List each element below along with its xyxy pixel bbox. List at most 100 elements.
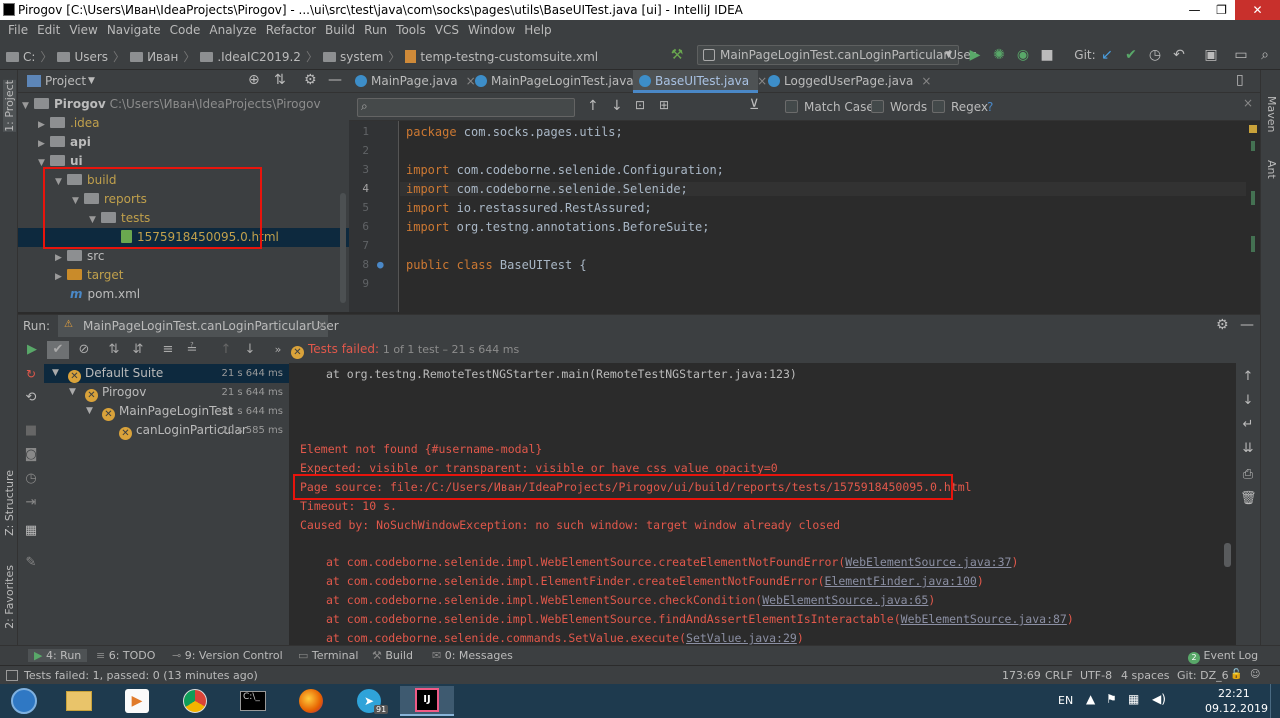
project-structure-icon[interactable]: ▣ <box>1202 46 1220 64</box>
code-editor[interactable]: package com.socks.pages.utils; import co… <box>400 121 1246 312</box>
debug-icon[interactable]: ✺ <box>990 46 1008 64</box>
menu-build[interactable]: Build <box>325 23 355 37</box>
test-node-canloginparticular[interactable]: ✕ canLoginParticular 20 s 585 ms <box>44 421 289 440</box>
editor-scrollbar[interactable] <box>1246 121 1260 312</box>
layout-icon[interactable]: ▦ <box>23 523 39 538</box>
inspector-icon[interactable]: ☺ <box>1250 669 1260 680</box>
taskbar-chrome[interactable] <box>168 686 222 716</box>
pin-icon[interactable]: ✎ <box>23 555 39 570</box>
menu-analyze[interactable]: Analyze <box>209 23 256 37</box>
todo-tool-button[interactable]: ≡ 6: TODO <box>96 649 155 662</box>
event-log-tool-button[interactable]: 2 Event Log <box>1188 649 1258 664</box>
menu-vcs[interactable]: VCS <box>435 23 459 37</box>
menu-view[interactable]: View <box>69 23 97 37</box>
hide-panel-icon[interactable]: — <box>328 72 342 88</box>
show-desktop-button[interactable] <box>1270 684 1280 718</box>
tab-mainpage[interactable]: MainPage.java × <box>349 70 476 93</box>
previous-failed-icon[interactable]: ↑ <box>218 342 234 358</box>
test-node-default-suite[interactable]: ▼ ✕ Default Suite 21 s 644 ms <box>44 364 289 383</box>
scroll-to-end-icon[interactable]: ⇊ <box>1240 441 1256 456</box>
breadcrumb-drive[interactable]: C: <box>23 50 35 64</box>
action-center-icon[interactable]: ⚑ <box>1106 692 1117 706</box>
taskbar-media-player[interactable]: ▶ <box>110 686 164 716</box>
trash-icon[interactable]: 🗑 <box>1240 491 1257 506</box>
collapse-all-icon[interactable]: ≟ <box>184 342 200 358</box>
menu-run[interactable]: Run <box>364 23 387 37</box>
sort-alphabetically-icon[interactable]: ⇅ <box>106 342 122 358</box>
taskbar-firefox[interactable] <box>284 686 338 716</box>
select-all-occurrences-icon[interactable]: ⊡ <box>635 98 645 112</box>
menu-navigate[interactable]: Navigate <box>107 23 161 37</box>
history-icon[interactable]: ◷ <box>23 471 39 486</box>
close-button[interactable]: ✕ <box>1235 0 1280 20</box>
tab-loggeduserpage[interactable]: LoggedUserPage.java × <box>762 70 931 93</box>
match-case-checkbox[interactable]: Match Case <box>785 100 874 114</box>
words-checkbox[interactable]: Words <box>871 100 927 114</box>
build-hammer-icon[interactable]: ⚒ <box>668 46 686 64</box>
next-occurrence-icon[interactable]: ↓ <box>611 98 623 114</box>
stop-icon[interactable]: ■ <box>23 423 39 438</box>
tree-item-src[interactable]: ▶ src <box>55 247 105 266</box>
tree-item-api[interactable]: ▶ api <box>38 133 91 152</box>
filter-icon[interactable]: ⊻ <box>749 97 759 113</box>
lock-icon[interactable]: 🔓 <box>1230 669 1242 680</box>
taskbar-cmd[interactable]: C:\_ <box>226 686 280 716</box>
tab-baseuitest[interactable]: BaseUITest.java × <box>633 70 767 93</box>
gear-icon[interactable]: ⚙ <box>304 72 317 88</box>
split-editor-icon[interactable]: ▯ <box>1236 72 1244 88</box>
menu-help[interactable]: Help <box>524 23 551 37</box>
breadcrumb-file[interactable]: temp-testng-customsuite.xml <box>420 50 598 64</box>
project-tree-scrollbar[interactable] <box>340 193 346 303</box>
git-branch[interactable]: Git: DZ_6 <box>1177 669 1229 682</box>
multi-select-icon[interactable]: ⊞ <box>659 98 669 112</box>
stack-source-link[interactable]: ElementFinder.java:100 <box>825 574 977 588</box>
taskbar-telegram[interactable]: ➤ 91 <box>342 686 396 716</box>
tree-item-target[interactable]: ▶ target <box>55 266 124 285</box>
down-icon[interactable]: ↓ <box>1240 393 1256 408</box>
gear-icon[interactable]: ⚙ <box>1216 317 1229 333</box>
maven-tool-button[interactable]: Maven <box>1265 96 1278 132</box>
network-icon[interactable]: ▦ <box>1128 692 1139 706</box>
rerun-icon[interactable]: ▶ <box>24 342 40 358</box>
run-tab-label[interactable]: MainPageLoginTest.canLoginParticularUser <box>83 319 339 333</box>
breadcrumb-system[interactable]: system <box>340 50 383 64</box>
stack-source-link[interactable]: WebElementSource.java:87 <box>901 612 1067 626</box>
stack-source-link[interactable]: SetValue.java:29 <box>686 631 797 645</box>
build-tool-button[interactable]: ⚒ Build <box>372 649 413 662</box>
breadcrumb-ideaic[interactable]: .IdeaIC2019.2 <box>217 50 301 64</box>
print-icon[interactable]: ⎙ <box>1240 467 1256 482</box>
close-find-icon[interactable]: × <box>1243 96 1253 110</box>
git-commit-icon[interactable]: ✔ <box>1122 46 1140 64</box>
previous-occurrence-icon[interactable]: ↑ <box>587 98 599 114</box>
sort-by-duration-icon[interactable]: ⇵ <box>130 342 146 358</box>
close-run-tab-icon[interactable]: × <box>317 318 327 332</box>
console-scrollbar[interactable] <box>1224 543 1231 567</box>
more-icon[interactable]: » <box>270 342 286 358</box>
up-icon[interactable]: ↑ <box>1240 369 1256 384</box>
run-icon[interactable]: ▶ <box>966 46 984 64</box>
presentation-icon[interactable]: ▭ <box>1232 46 1250 64</box>
menu-window[interactable]: Window <box>468 23 515 37</box>
menu-code[interactable]: Code <box>170 23 201 37</box>
menu-edit[interactable]: Edit <box>37 23 60 37</box>
start-button[interactable] <box>0 686 48 716</box>
menu-refactor[interactable]: Refactor <box>266 23 316 37</box>
terminal-tool-button[interactable]: ▭ Terminal <box>298 649 358 662</box>
favorites-tool-button[interactable]: 2: Favorites <box>3 565 16 629</box>
git-update-icon[interactable]: ↙ <box>1098 46 1116 64</box>
taskbar-intellij[interactable]: IJ <box>400 686 454 716</box>
toggle-tool-windows-icon[interactable] <box>6 670 18 681</box>
expand-all-icon[interactable]: ≡ <box>160 342 176 358</box>
chevron-down-icon[interactable]: ▼ <box>88 76 95 86</box>
caret-position[interactable]: 173:69 <box>1002 669 1041 682</box>
git-history-icon[interactable]: ◷ <box>1146 46 1164 64</box>
stop-icon[interactable]: ■ <box>1038 46 1056 64</box>
volume-icon[interactable]: ◀) <box>1152 692 1166 706</box>
screenshot-icon[interactable]: ◙ <box>23 447 39 462</box>
toggle-auto-test-icon[interactable]: ⟲ <box>23 390 39 405</box>
collapse-all-icon[interactable]: ⇅ <box>274 72 286 88</box>
tray-expand-icon[interactable]: ▲ <box>1086 692 1095 706</box>
import-results-icon[interactable]: ⇥ <box>23 495 39 510</box>
implemented-marker-icon[interactable]: ● <box>377 258 384 271</box>
stack-source-link[interactable]: WebElementSource.java:37 <box>845 555 1011 569</box>
